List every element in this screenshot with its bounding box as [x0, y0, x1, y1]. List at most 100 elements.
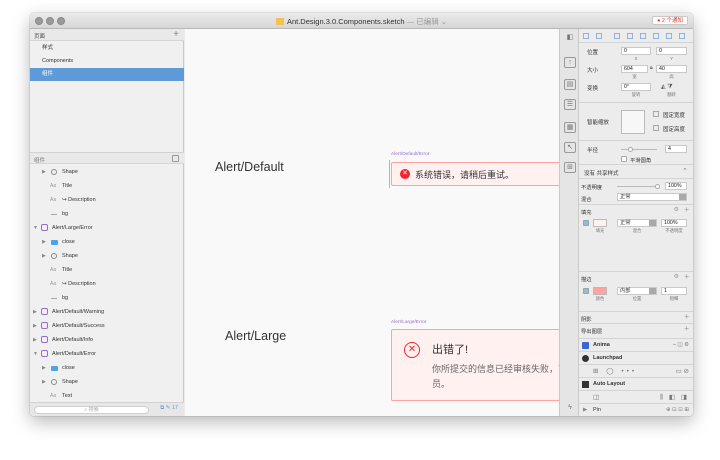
- align-top-icon[interactable]: [627, 33, 633, 39]
- auto-layout-tool-icon[interactable]: ◫: [593, 393, 599, 401]
- add-artboard-icon[interactable]: ⊞: [564, 162, 576, 173]
- layer-row[interactable]: bg: [30, 207, 184, 221]
- disclosure-down-icon[interactable]: ▼: [33, 221, 38, 235]
- disclosure-right-icon[interactable]: ▶: [33, 305, 37, 319]
- alert-large-error[interactable]: ✕ 出错了! 你所提交的信息已经审核失败，可以联系客服人员。: [391, 329, 559, 401]
- distribute-horizontal-icon[interactable]: [666, 33, 672, 39]
- auto-layout-align-icons[interactable]: ⫼ ◧ ◨: [660, 393, 689, 402]
- border-width-field[interactable]: 1: [661, 287, 687, 295]
- page-item-components[interactable]: Components: [30, 55, 184, 68]
- print-icon[interactable]: ▤: [564, 79, 576, 90]
- opacity-field[interactable]: 100%: [665, 182, 687, 190]
- page-item-styles[interactable]: 样式: [30, 42, 184, 55]
- layer-row[interactable]: ▶ Shape: [30, 375, 184, 389]
- select-icon[interactable]: ↖: [564, 142, 576, 153]
- layer-row[interactable]: Aa ↪ Description: [30, 277, 184, 291]
- layer-row[interactable]: ▶ Shape: [30, 165, 184, 179]
- fill-settings-gear-icon[interactable]: ⚙: [674, 206, 679, 213]
- align-center-icon[interactable]: [596, 33, 602, 39]
- add-page-icon[interactable]: +: [173, 29, 179, 40]
- disclosure-right-icon[interactable]: ▶: [583, 404, 587, 416]
- fill-opacity-field[interactable]: 100%: [661, 219, 687, 227]
- layout-icon[interactable]: ▦: [564, 122, 576, 133]
- disclosure-right-icon[interactable]: ▶: [42, 249, 46, 263]
- disclosure-right-icon[interactable]: ▶: [42, 235, 46, 249]
- disclosure-right-icon[interactable]: ▶: [42, 375, 46, 389]
- plugin-pin[interactable]: ▶ Pin ⊕ ⊡ ⊡ ⊞: [579, 403, 693, 416]
- radius-slider[interactable]: [621, 149, 657, 150]
- border-settings-gear-icon[interactable]: ⚙: [674, 273, 679, 280]
- layer-row[interactable]: ▼ Alert/Large/Error: [30, 221, 184, 235]
- layer-row[interactable]: Aa ↪ Description: [30, 193, 184, 207]
- layer-row[interactable]: ▼ Alert/Default/Error: [30, 347, 184, 361]
- pin-controls-icon[interactable]: ⊕ ⊡ ⊡ ⊞: [666, 404, 689, 416]
- disclosure-right-icon[interactable]: ▶: [42, 165, 46, 179]
- radius-slider-knob[interactable]: [628, 147, 633, 152]
- width-field[interactable]: 604: [621, 65, 648, 73]
- launchpad-tool-icons[interactable]: ⊞ ◯ •••: [593, 367, 637, 375]
- add-fill-icon[interactable]: +: [684, 205, 689, 214]
- alert-default-error[interactable]: ✕ 系统错误，请稍后重试。: [391, 162, 559, 186]
- fix-width-icon[interactable]: [653, 111, 659, 117]
- disclosure-right-icon[interactable]: ▶: [42, 361, 46, 375]
- layer-row[interactable]: ▶ Alert/Default/Info: [30, 333, 184, 347]
- border-enabled-checkbox[interactable]: [583, 288, 589, 294]
- filter-icons[interactable]: ⧉ ✎ 17: [160, 405, 178, 412]
- layer-row[interactable]: Aa Title: [30, 179, 184, 193]
- fill-blend-select[interactable]: 正常: [617, 219, 657, 227]
- artboard-name-large[interactable]: Alert/Large/Error: [391, 320, 426, 325]
- export-icon[interactable]: ↑: [564, 57, 576, 68]
- page-item-widgets[interactable]: 组件: [30, 68, 184, 81]
- opacity-slider-knob[interactable]: [655, 184, 660, 189]
- layer-row[interactable]: ▶ Alert/Default/Warning: [30, 305, 184, 319]
- component-icon[interactable]: ◧: [564, 33, 576, 44]
- smooth-corners-checkbox[interactable]: [621, 156, 627, 162]
- edited-status[interactable]: — 已编辑 ⌄: [407, 17, 447, 26]
- height-field[interactable]: 40: [656, 65, 687, 73]
- align-bottom-icon[interactable]: [653, 33, 659, 39]
- radius-field[interactable]: 4: [665, 145, 687, 153]
- layer-row[interactable]: bg: [30, 291, 184, 305]
- position-x-field[interactable]: 0: [621, 47, 651, 55]
- canvas[interactable]: Alert/Default Alert/Large Alert/Default/…: [185, 29, 559, 416]
- chevron-updown-icon[interactable]: ⌃: [682, 167, 688, 175]
- disclosure-right-icon[interactable]: ▶: [33, 333, 37, 347]
- layer-row[interactable]: ▶ Shape: [30, 249, 184, 263]
- artboard-name-default[interactable]: Alert/Default/Error: [391, 152, 429, 157]
- launchpad-extra-icons[interactable]: ▭ ⊘: [676, 367, 689, 375]
- flip-icons[interactable]: ◭ ⧩: [661, 83, 673, 91]
- align-middle-icon[interactable]: [640, 33, 646, 39]
- align-right-icon[interactable]: [614, 33, 620, 39]
- layer-row[interactable]: ▶ close: [30, 235, 184, 249]
- notifications-badge[interactable]: ● 2 个通知: [652, 16, 688, 25]
- border-color-swatch[interactable]: [593, 287, 607, 295]
- layer-search-input[interactable]: ⌕ 搜索: [34, 406, 149, 414]
- pages-header[interactable]: 页面 +: [30, 29, 184, 41]
- plugin-launchpad[interactable]: Launchpad: [579, 351, 693, 364]
- distribute-vertical-icon[interactable]: [679, 33, 685, 39]
- lightning-icon[interactable]: ϟ: [564, 403, 576, 414]
- fill-color-swatch[interactable]: [593, 219, 607, 227]
- plugin-anima[interactable]: Anima ⎯ ◫ ⚙: [579, 338, 693, 351]
- disclosure-down-icon[interactable]: ▼: [33, 347, 38, 361]
- align-left-icon[interactable]: [583, 33, 589, 39]
- plugin-auto-layout[interactable]: Auto Layout: [579, 377, 693, 390]
- layer-row[interactable]: Aa Text: [30, 389, 184, 403]
- layer-row[interactable]: ▶ Alert/Default/Success: [30, 319, 184, 333]
- blend-mode-select[interactable]: 正常: [617, 193, 687, 201]
- resizing-constraint-widget[interactable]: [621, 110, 645, 134]
- shared-style-select[interactable]: 没有 共享样式: [584, 169, 619, 177]
- add-export-icon[interactable]: +: [684, 324, 689, 333]
- list-icon[interactable]: ☰: [564, 99, 576, 110]
- shared-style-section[interactable]: 没有 共享样式 ⌃: [579, 164, 693, 178]
- rotate-field[interactable]: 0°: [621, 83, 651, 91]
- layer-row[interactable]: Aa Title: [30, 263, 184, 277]
- border-position-select[interactable]: 内部: [617, 287, 657, 295]
- fix-height-icon[interactable]: [653, 125, 659, 131]
- add-border-icon[interactable]: +: [684, 272, 689, 281]
- position-y-field[interactable]: 0: [656, 47, 687, 55]
- fill-enabled-checkbox[interactable]: [583, 220, 589, 226]
- disclosure-right-icon[interactable]: ▶: [33, 319, 37, 333]
- add-shadow-icon[interactable]: +: [684, 312, 689, 321]
- layer-row[interactable]: ▶ close: [30, 361, 184, 375]
